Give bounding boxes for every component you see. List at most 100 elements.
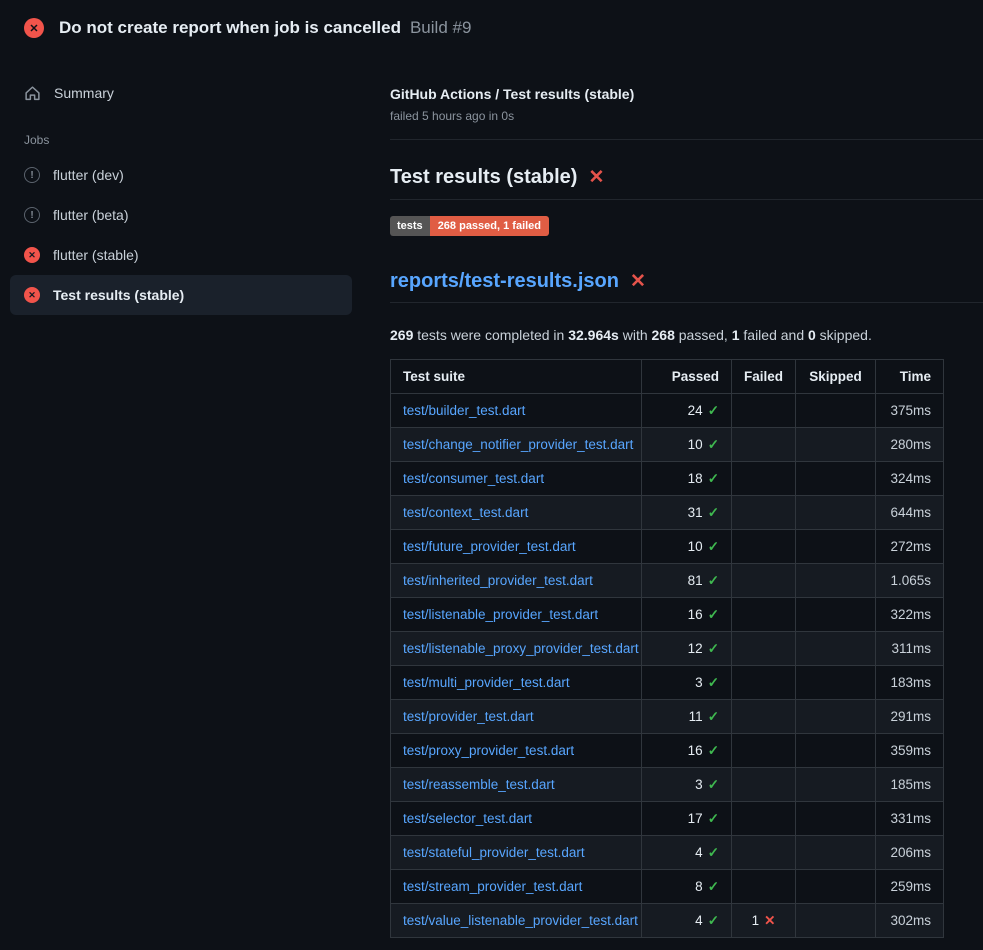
table-row: test/listenable_provider_test.dart 16✓ 3… <box>391 598 944 632</box>
check-icon: ✓ <box>708 913 719 928</box>
check-icon: ✓ <box>708 709 719 724</box>
run-title: Do not create report when job is cancell… <box>59 18 401 38</box>
test-suite-link[interactable]: test/value_listenable_provider_test.dart <box>403 913 638 928</box>
test-suite-link[interactable]: test/proxy_provider_test.dart <box>403 743 574 758</box>
report-file-link[interactable]: reports/test-results.json <box>390 270 619 293</box>
cross-icon: ✕ <box>764 913 775 928</box>
table-row: test/change_notifier_provider_test.dart … <box>391 428 944 462</box>
check-icon: ✓ <box>708 811 719 826</box>
home-icon <box>24 85 41 102</box>
time-value: 206ms <box>876 836 944 870</box>
time-value: 644ms <box>876 496 944 530</box>
test-suite-link[interactable]: test/inherited_provider_test.dart <box>403 573 593 588</box>
time-value: 324ms <box>876 462 944 496</box>
failed-x-icon: ✕ <box>588 168 604 187</box>
sidebar-job-label: flutter (beta) <box>53 207 128 223</box>
test-suite-link[interactable]: test/listenable_provider_test.dart <box>403 607 598 622</box>
check-icon: ✓ <box>708 437 719 452</box>
table-row: test/multi_provider_test.dart 3✓ 183ms <box>391 666 944 700</box>
sidebar-job-label: flutter (stable) <box>53 247 139 263</box>
time-value: 322ms <box>876 598 944 632</box>
passed-count: 31 <box>688 505 703 520</box>
failed-status-icon: ✕ <box>24 287 40 303</box>
table-row: test/proxy_provider_test.dart 16✓ 359ms <box>391 734 944 768</box>
run-header: ✕ Do not create report when job is cance… <box>0 0 983 56</box>
table-row: test/consumer_test.dart 18 ✓ 324ms <box>391 462 944 496</box>
check-icon: ✓ <box>708 777 719 792</box>
table-row: test/reassemble_test.dart 3 ✓ 185ms <box>391 768 944 802</box>
test-suite-link[interactable]: test/selector_test.dart <box>403 811 532 826</box>
sidebar-summary-label: Summary <box>54 85 114 101</box>
check-icon: ✓ <box>708 505 719 520</box>
test-suite-link[interactable]: test/context_test.dart <box>403 505 528 520</box>
column-header-skipped: Skipped <box>796 360 876 394</box>
check-icon: ✓ <box>708 845 719 860</box>
column-header-time: Time <box>876 360 944 394</box>
sidebar-item-flutter-stable-[interactable]: ✕ flutter (stable) <box>10 235 352 275</box>
table-row: test/stateful_provider_test.dart 4 ✓ 206m… <box>391 836 944 870</box>
time-value: 185ms <box>876 768 944 802</box>
jobs-section-label: Jobs <box>24 133 352 147</box>
time-value: 280ms <box>876 428 944 462</box>
test-suite-link[interactable]: test/change_notifier_provider_test.dart <box>403 437 633 452</box>
sidebar-item-flutter-beta-[interactable]: ! flutter (beta) <box>10 195 352 235</box>
check-icon: ✓ <box>708 471 719 486</box>
test-suite-link[interactable]: test/multi_provider_test.dart <box>403 675 570 690</box>
sidebar-item-test-results-stable-[interactable]: ✕ Test results (stable) <box>10 275 352 315</box>
test-suite-link[interactable]: test/consumer_test.dart <box>403 471 544 486</box>
time-value: 331ms <box>876 802 944 836</box>
passed-count: 10 <box>688 539 703 554</box>
passed-count: 4 <box>695 913 703 928</box>
table-row: test/inherited_provider_test.dart 81✓ 1.… <box>391 564 944 598</box>
passed-count: 17 <box>688 811 703 826</box>
check-icon: ✓ <box>708 607 719 622</box>
failed-status-icon: ✕ <box>24 247 40 263</box>
report-heading: reports/test-results.json ✕ <box>390 270 983 303</box>
test-suite-link[interactable]: test/future_provider_test.dart <box>403 539 576 554</box>
time-value: 302ms <box>876 904 944 938</box>
passed-count: 3 <box>695 777 703 792</box>
sidebar-item-summary[interactable]: Summary <box>10 73 352 113</box>
time-value: 259ms <box>876 870 944 904</box>
time-value: 375ms <box>876 394 944 428</box>
test-suite-link[interactable]: test/stateful_provider_test.dart <box>403 845 585 860</box>
table-row: test/listenable_proxy_provider_test.dart… <box>391 632 944 666</box>
time-value: 183ms <box>876 666 944 700</box>
column-header-test-suite: Test suite <box>391 360 642 394</box>
sidebar-job-label: Test results (stable) <box>53 287 184 303</box>
sidebar: Summary Jobs ! flutter (dev) ! flutter (… <box>0 56 390 315</box>
check-icon: ✓ <box>708 879 719 894</box>
passed-count: 18 <box>688 471 703 486</box>
passed-count: 8 <box>695 879 703 894</box>
test-results-table: Test suitePassedFailedSkippedTime test/b… <box>390 359 944 938</box>
sidebar-item-flutter-dev-[interactable]: ! flutter (dev) <box>10 155 352 195</box>
passed-count: 11 <box>689 709 703 724</box>
main-content: GitHub Actions / Test results (stable) f… <box>390 56 983 938</box>
table-row: test/builder_test.dart 24✓ 375ms <box>391 394 944 428</box>
check-icon: ✓ <box>708 675 719 690</box>
test-suite-link[interactable]: test/provider_test.dart <box>403 709 534 724</box>
build-number: Build #9 <box>410 18 471 38</box>
passed-count: 10 <box>688 437 703 452</box>
section-heading: Test results (stable) ✕ <box>390 166 983 200</box>
cancelled-status-icon: ! <box>24 207 40 223</box>
passed-count: 16 <box>688 743 703 758</box>
divider <box>390 139 983 140</box>
check-icon: ✓ <box>708 539 719 554</box>
section-title: Test results (stable) <box>390 166 577 189</box>
test-suite-link[interactable]: test/reassemble_test.dart <box>403 777 555 792</box>
check-icon: ✓ <box>708 743 719 758</box>
sidebar-job-label: flutter (dev) <box>53 167 124 183</box>
test-suite-link[interactable]: test/listenable_proxy_provider_test.dart <box>403 641 639 656</box>
test-suite-link[interactable]: test/stream_provider_test.dart <box>403 879 582 894</box>
table-row: test/selector_test.dart 17 ✓ 331ms <box>391 802 944 836</box>
check-icon: ✓ <box>708 573 719 588</box>
table-header-row: Test suitePassedFailedSkippedTime <box>391 360 944 394</box>
check-icon: ✓ <box>708 641 719 656</box>
passed-count: 4 <box>695 845 703 860</box>
run-meta: failed 5 hours ago in 0s <box>390 109 983 123</box>
test-suite-link[interactable]: test/builder_test.dart <box>403 403 525 418</box>
badge-label: tests <box>390 216 430 236</box>
column-header-passed: Passed <box>642 360 732 394</box>
summary-sentence: 269 tests were completed in 32.964s with… <box>390 327 983 343</box>
